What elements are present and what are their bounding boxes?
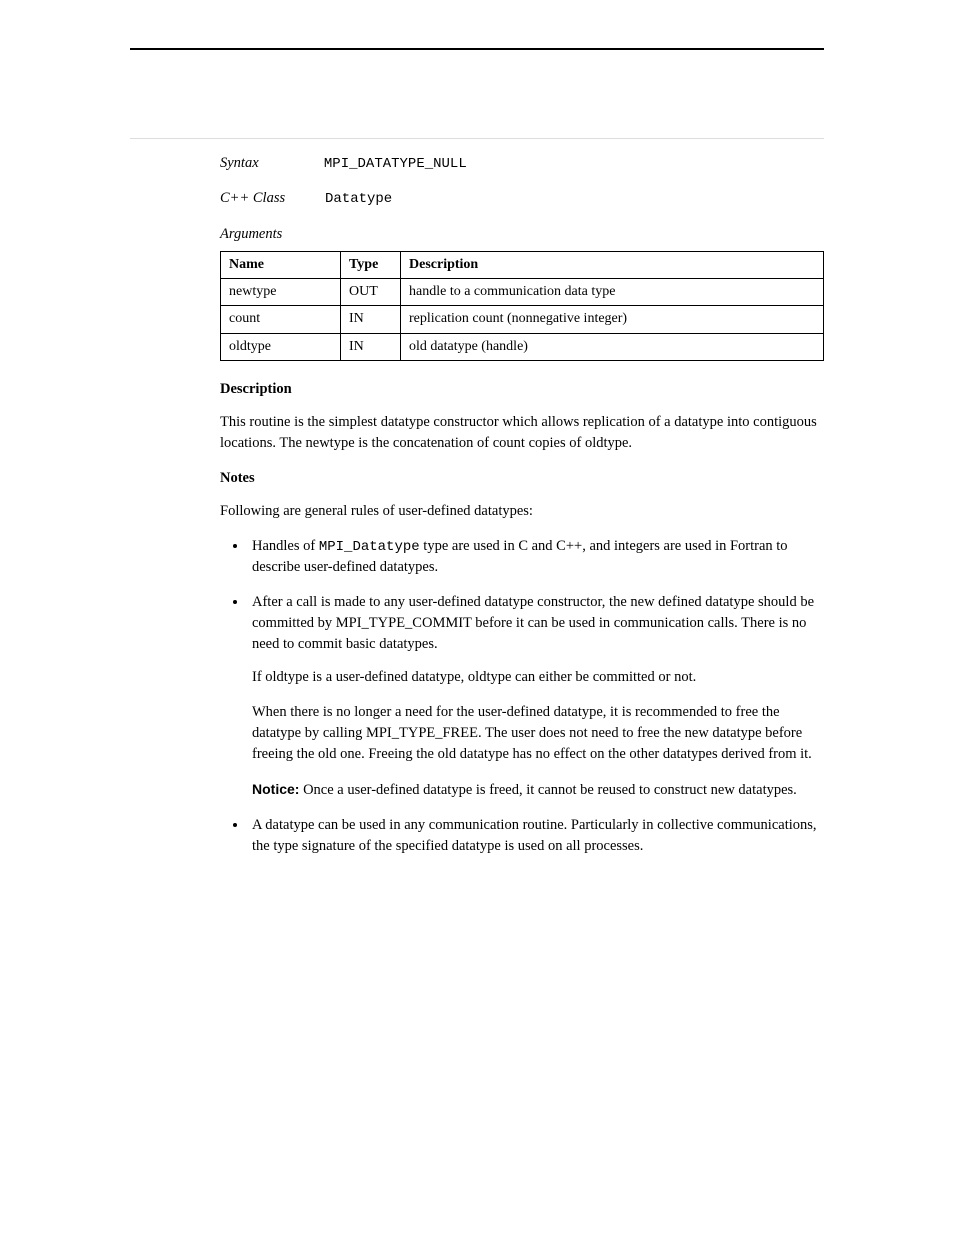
link-type-commit[interactable]: MPI_TYPE_COMMIT [336, 615, 472, 631]
arg-desc: old datatype (handle) [401, 333, 824, 360]
notes-bullets-2: A datatype can be used in any communicat… [220, 815, 824, 857]
syntax-label: Syntax [220, 155, 259, 171]
arg-type: OUT [341, 278, 401, 305]
description-heading: Description [220, 379, 824, 400]
arg-type: IN [341, 333, 401, 360]
arguments-heading: Arguments [220, 224, 824, 245]
arg-name: newtype [221, 278, 341, 305]
arguments-table: Name Type Description newtype OUT handle… [220, 251, 824, 361]
class-code: Datatype [325, 191, 392, 207]
list-item: A datatype can be used in any communicat… [248, 815, 824, 857]
table-row: count IN replication count (nonnegative … [221, 306, 824, 333]
code-inline: MPI_Datatype [319, 539, 420, 555]
arg-type: IN [341, 306, 401, 333]
notes-intro: Following are general rules of user-defi… [220, 501, 824, 522]
notice-text: Once a user-defined datatype is freed, i… [299, 782, 796, 798]
class-line: C++ Class Datatype [220, 188, 824, 209]
description-text: This routine is the simplest datatype co… [220, 412, 824, 454]
table-row: oldtype IN old datatype (handle) [221, 333, 824, 360]
continue-para-2: When there is no longer a need for the u… [252, 702, 824, 765]
table-header-row: Name Type Description [221, 251, 824, 278]
arg-desc: handle to a communication data type [401, 278, 824, 305]
syntax-code: MPI_DATATYPE_NULL [324, 156, 467, 172]
list-item: Handles of MPI_Datatype type are used in… [248, 536, 824, 578]
header-desc: Description [401, 251, 824, 278]
notes-heading: Notes [220, 468, 824, 489]
continue-para-1: If oldtype is a user-defined datatype, o… [252, 667, 824, 688]
class-label: C++ Class [220, 190, 285, 206]
arg-name: count [221, 306, 341, 333]
notice-block: Notice: Once a user-defined datatype is … [252, 779, 824, 801]
header-name: Name [221, 251, 341, 278]
arg-name: oldtype [221, 333, 341, 360]
table-row: newtype OUT handle to a communication da… [221, 278, 824, 305]
top-rule [130, 48, 824, 50]
sub-rule [130, 138, 824, 139]
arg-desc: replication count (nonnegative integer) [401, 306, 824, 333]
notes-bullets: Handles of MPI_Datatype type are used in… [220, 536, 824, 655]
link-type-free[interactable]: MPI_TYPE_FREE [366, 725, 478, 741]
syntax-line: Syntax MPI_DATATYPE_NULL [220, 153, 824, 174]
content-body: Syntax MPI_DATATYPE_NULL C++ Class Datat… [220, 153, 824, 857]
header-type: Type [341, 251, 401, 278]
list-item: After a call is made to any user-defined… [248, 592, 824, 655]
notice-label: Notice: [252, 781, 299, 797]
